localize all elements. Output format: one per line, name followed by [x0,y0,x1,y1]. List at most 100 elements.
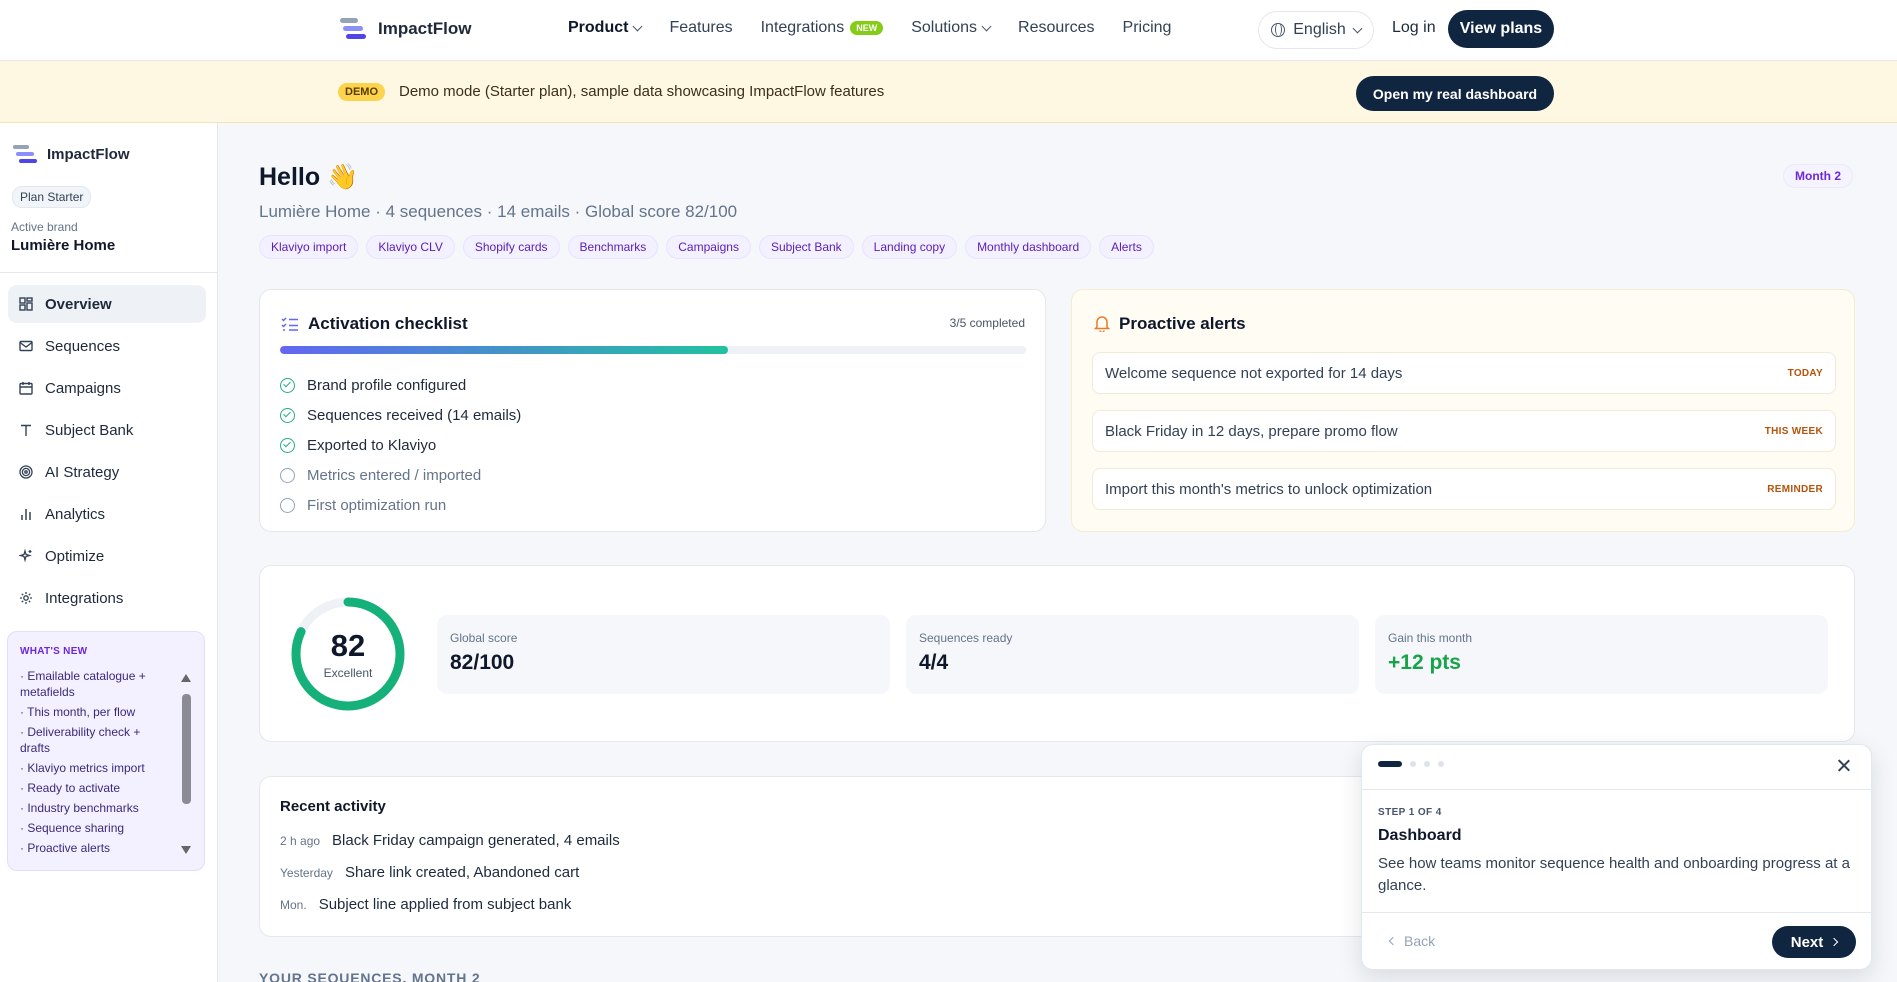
chip-alerts[interactable]: Alerts [1099,235,1154,259]
brand-link[interactable]: ImpactFlow [340,18,472,40]
score-card: 82 Excellent Global score 82/100 Sequenc… [259,565,1855,742]
whats-new-panel: WHAT'S NEW · Emailable catalogue + metaf… [7,631,205,871]
sidebar-item-sequences[interactable]: Sequences [8,327,206,365]
month-badge: Month 2 [1783,164,1853,188]
chevron-left-icon [1388,936,1398,946]
alert-tag: TODAY [1787,368,1823,379]
sidebar-brand[interactable]: ImpactFlow [13,145,130,164]
nav-integrations[interactable]: Integrations NEW [761,19,884,37]
nav-resources[interactable]: Resources [1018,19,1094,37]
demo-badge: DEMO [338,83,385,101]
tour-description: See how teams monitor sequence health an… [1378,855,1850,894]
checklist-title: Activation checklist [308,314,468,333]
scroll-thumb[interactable] [182,694,191,804]
scroll-down-icon[interactable] [181,846,191,854]
checklist-progress-bar [280,346,1026,354]
bell-icon [1094,316,1110,332]
checklist-item[interactable]: Exported to Klaviyo [280,430,521,460]
brand-logo-icon [13,145,37,164]
proactive-alerts-card: Proactive alerts Welcome sequence not ex… [1071,289,1855,532]
stat-global-score: Global score 82/100 [437,615,890,694]
demo-banner: DEMO Demo mode (Starter plan), sample da… [0,61,1897,123]
list-item: · Ready to activate [20,781,121,795]
checklist-item[interactable]: First optimization run [280,490,521,520]
chip-landing-copy[interactable]: Landing copy [861,235,958,259]
whats-new-scrollbar[interactable] [180,670,192,860]
sidebar-item-subject-bank[interactable]: Subject Bank [8,411,206,449]
brand-logo-icon [340,18,366,40]
activity-title: Recent activity [280,798,386,815]
nav-pricing[interactable]: Pricing [1123,19,1172,37]
sidebar-item-analytics[interactable]: Analytics [8,495,206,533]
list-item: · Proactive alerts [20,841,111,855]
login-link[interactable]: Log in [1392,19,1436,37]
tour-back-button[interactable]: Back [1388,933,1435,949]
tour-next-button[interactable]: Next [1772,926,1856,958]
chip-campaigns[interactable]: Campaigns [666,235,751,259]
list-item: · Emailable catalogue + metafields [20,669,146,699]
alert-tag: THIS WEEK [1764,426,1823,437]
checklist-icon [281,317,298,331]
mail-icon [19,340,33,352]
whats-new-title: WHAT'S NEW [20,646,88,657]
globe-icon [1271,23,1286,37]
language-selector[interactable]: English [1258,11,1374,49]
checklist-items: Brand profile configured Sequences recei… [280,370,521,520]
step-dot [1424,761,1430,767]
list-item: · Sequence sharing [20,821,125,835]
nav-features[interactable]: Features [669,19,732,37]
empty-circle-icon [280,467,295,483]
open-real-dashboard-button[interactable]: Open my real dashboard [1356,76,1554,111]
chip-subject-bank[interactable]: Subject Bank [758,235,854,259]
tour-title: Dashboard [1378,827,1462,844]
close-icon[interactable] [1837,759,1851,773]
plan-badge: Plan Starter [12,186,92,208]
sidebar-item-overview[interactable]: Overview [8,285,206,323]
sidebar-item-optimize[interactable]: Optimize [8,537,206,575]
new-badge: NEW [850,21,884,35]
divider [0,272,218,273]
checklist-item[interactable]: Sequences received (14 emails) [280,400,521,430]
grid-icon [19,297,33,311]
checklist-item[interactable]: Metrics entered / imported [280,460,521,490]
sidebar-item-integrations[interactable]: Integrations [8,579,206,617]
alerts-title: Proactive alerts [1119,314,1246,333]
chip-benchmarks[interactable]: Benchmarks [567,235,659,259]
alert-item[interactable]: Welcome sequence not exported for 14 day… [1092,352,1836,394]
chip-monthly-dashboard[interactable]: Monthly dashboard [965,235,1092,259]
nav-links: Product Features Integrations NEW Solutio… [568,19,1171,37]
nav-product[interactable]: Product [568,19,643,37]
list-item: · Klaviyo metrics import [20,761,145,775]
chevron-down-icon [1352,23,1363,33]
tour-step-label: STEP 1 OF 4 [1378,807,1442,818]
stat-sequences-ready: Sequences ready 4/4 [906,615,1359,694]
sidebar-item-campaigns[interactable]: Campaigns [8,369,206,407]
sidebar-nav: Overview Sequences Campaigns Subject Ban… [8,285,206,621]
page-title: Hello 👋 [259,163,359,191]
top-navigation: ImpactFlow Product Features Integrations… [0,0,1897,61]
checklist-item[interactable]: Brand profile configured [280,370,521,400]
tour-progress-dots [1378,761,1444,767]
list-item: · This month, per flow [20,705,136,719]
chip-klaviyo-import[interactable]: Klaviyo import [259,235,359,259]
sequences-heading: YOUR SEQUENCES, MONTH 2 [259,970,481,982]
sidebar: ImpactFlow Plan Starter Active brand Lum… [0,123,218,982]
alert-item[interactable]: Import this month's metrics to unlock op… [1092,468,1836,510]
type-icon [21,424,31,436]
active-brand-value[interactable]: Lumière Home [11,237,115,254]
view-plans-button[interactable]: View plans [1448,10,1554,48]
activity-item: Yesterday Share link created, Abandoned … [280,864,580,881]
calendar-icon [19,382,33,395]
scroll-up-icon[interactable] [181,674,191,682]
alert-item[interactable]: Black Friday in 12 days, prepare promo f… [1092,410,1836,452]
chip-shopify-cards[interactable]: Shopify cards [462,235,560,259]
chip-klaviyo-clv[interactable]: Klaviyo CLV [366,235,455,259]
progress-fill [280,346,728,354]
sidebar-item-ai-strategy[interactable]: AI Strategy [8,453,206,491]
checklist-count: 3/5 completed [949,316,1025,330]
activity-item: 2 h ago Black Friday campaign generated,… [280,832,620,849]
empty-circle-icon [280,497,295,513]
step-dot [1410,761,1416,767]
nav-solutions[interactable]: Solutions [911,19,992,37]
activation-checklist-card: Activation checklist 3/5 completed Brand… [259,289,1046,532]
